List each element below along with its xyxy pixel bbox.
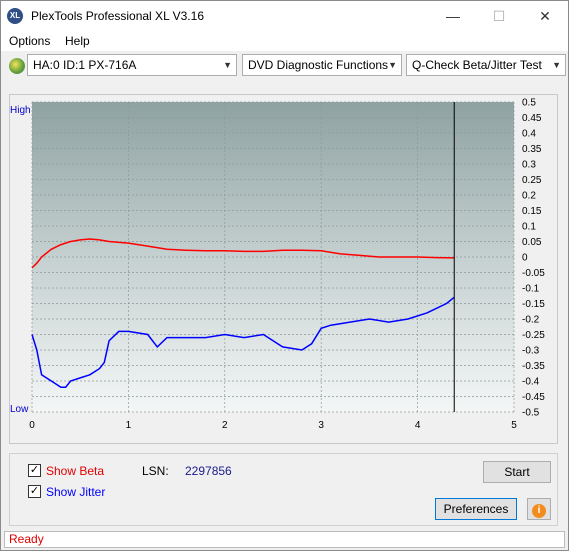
y-tick-label: -0.5 [522, 408, 540, 419]
y-tick-label: 0 [522, 253, 528, 264]
x-tick-label: 3 [318, 420, 324, 431]
maximize-button[interactable]: ☐ [476, 1, 522, 31]
chart-panel: 0.5 0.45 0.4 0.35 0.3 0.25 0.2 0.15 0.1 0.05 0 -0.0… [9, 94, 558, 444]
drive-select-value: HA:0 ID:1 PX-716A [33, 58, 137, 72]
app-icon: XL [7, 8, 23, 24]
y-tick-label: 0.05 [522, 237, 542, 248]
y-tick-label: 0.45 [522, 113, 542, 124]
y-tick-label: 0.5 [522, 98, 536, 109]
y-tick-label: 0.15 [522, 206, 542, 217]
axis-label-low: Low [10, 404, 29, 415]
menu-bar: Options Help [1, 31, 568, 51]
info-icon: i [532, 504, 546, 518]
lsn-value: 2297856 [185, 464, 232, 478]
title-bar: XL PlexTools Professional XL V3.16 — ☐ ✕ [1, 1, 568, 31]
preferences-button[interactable]: Preferences [435, 498, 517, 520]
drive-icon [9, 58, 25, 74]
show-jitter-checkbox[interactable]: ✓ [28, 485, 41, 498]
y-tick-label: -0.05 [522, 268, 545, 279]
x-tick-label: 2 [222, 420, 228, 431]
menu-options[interactable]: Options [9, 34, 50, 48]
y-tick-label: -0.35 [522, 361, 545, 372]
info-button[interactable]: i [527, 498, 551, 520]
window-title: PlexTools Professional XL V3.16 [31, 9, 204, 23]
chevron-down-icon: ▼ [388, 60, 397, 70]
chevron-down-icon: ▼ [223, 60, 232, 70]
menu-help[interactable]: Help [65, 34, 90, 48]
y-tick-label: 0.3 [522, 160, 536, 171]
test-select[interactable]: Q-Check Beta/Jitter Test ▼ [406, 54, 566, 76]
close-button[interactable]: ✕ [522, 1, 568, 31]
y-tick-label: 0.2 [522, 191, 536, 202]
y-tick-label: -0.1 [522, 284, 540, 295]
function-select-value: DVD Diagnostic Functions [248, 58, 389, 72]
y-tick-label: 0.1 [522, 222, 536, 233]
options-panel: ✓ Show Beta ✓ Show Jitter LSN: 2297856 S… [9, 453, 558, 526]
y-axis-ticks: 0.5 0.45 0.4 0.35 0.3 0.25 0.2 0.15 0.1 0.05 0 -0.0… [522, 98, 545, 419]
x-tick-label: 0 [29, 420, 35, 431]
minimize-button[interactable]: — [430, 1, 476, 31]
status-text: Ready [4, 531, 565, 548]
function-select[interactable]: DVD Diagnostic Functions ▼ [242, 54, 402, 76]
show-beta-checkbox[interactable]: ✓ [28, 464, 41, 477]
y-tick-label: -0.45 [522, 392, 545, 403]
status-bar: Ready [1, 529, 568, 550]
y-tick-label: -0.4 [522, 377, 540, 388]
start-button[interactable]: Start [483, 461, 551, 483]
y-tick-label: -0.25 [522, 330, 545, 341]
x-tick-label: 5 [511, 420, 517, 431]
toolbar: HA:0 ID:1 PX-716A ▼ DVD Diagnostic Funct… [1, 52, 568, 79]
beta-jitter-chart: 0.5 0.45 0.4 0.35 0.3 0.25 0.2 0.15 0.1 0.05 0 -0.0… [10, 98, 545, 432]
application-window: XL PlexTools Professional XL V3.16 — ☐ ✕… [0, 0, 569, 551]
drive-select[interactable]: HA:0 ID:1 PX-716A ▼ [27, 54, 237, 76]
axis-label-high: High [10, 105, 31, 116]
lsn-label: LSN: [142, 464, 169, 478]
y-tick-label: -0.3 [522, 346, 540, 357]
x-tick-label: 1 [126, 420, 132, 431]
x-tick-label: 4 [415, 420, 421, 431]
y-tick-label: 0.25 [522, 175, 542, 186]
y-tick-label: -0.2 [522, 315, 540, 326]
y-tick-label: 0.4 [522, 129, 536, 140]
test-select-value: Q-Check Beta/Jitter Test [412, 58, 542, 72]
chevron-down-icon: ▼ [552, 60, 561, 70]
y-tick-label: 0.35 [522, 144, 542, 155]
show-beta-label[interactable]: Show Beta [46, 464, 104, 478]
show-jitter-label[interactable]: Show Jitter [46, 485, 105, 499]
x-axis-ticks: 0 1 2 3 4 5 [29, 420, 517, 431]
y-tick-label: -0.15 [522, 299, 545, 310]
